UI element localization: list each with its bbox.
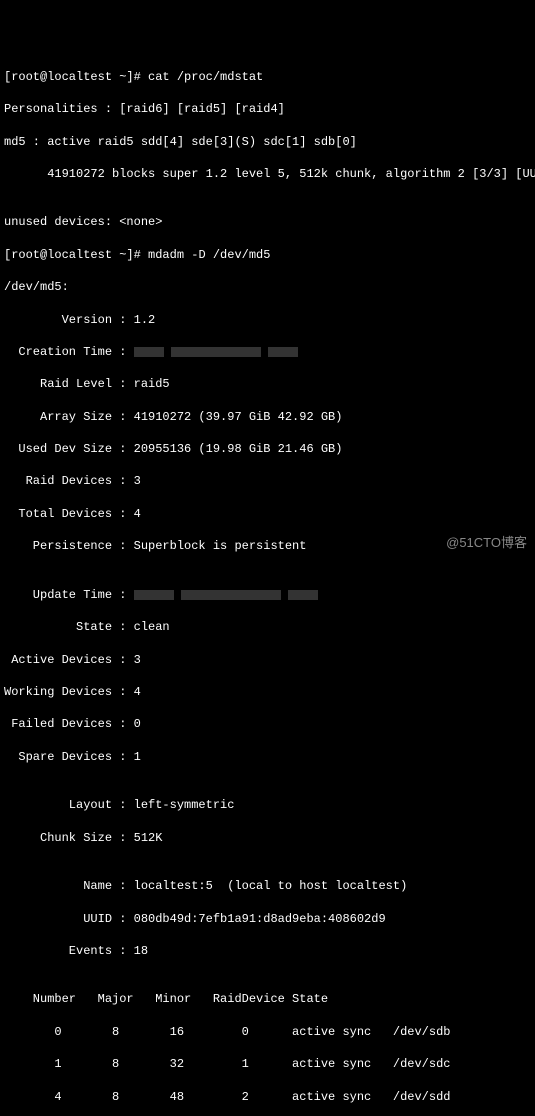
- output-line: Spare Devices : 1: [4, 749, 531, 765]
- output-line: UUID : 080db49d:7efb1a91:d8ad9eba:408602…: [4, 911, 531, 927]
- redacted-block: [181, 590, 281, 600]
- table-row: 1 8 32 1 active sync /dev/sdc: [4, 1056, 531, 1072]
- redacted-block: [134, 590, 174, 600]
- redacted-block: [288, 590, 318, 600]
- output-line: Used Dev Size : 20955136 (19.98 GiB 21.4…: [4, 441, 531, 457]
- table-row: 4 8 48 2 active sync /dev/sdd: [4, 1089, 531, 1105]
- output-line: Layout : left-symmetric: [4, 797, 531, 813]
- shell-prompt: [root@localtest ~]#: [4, 248, 148, 262]
- redacted-block: [268, 347, 298, 357]
- output-line: Raid Devices : 3: [4, 473, 531, 489]
- command-text: mdadm -D /dev/md5: [148, 248, 270, 262]
- output-line: Name : localtest:5 (local to host localt…: [4, 878, 531, 894]
- table-header: Number Major Minor RaidDevice State: [4, 991, 531, 1007]
- output-line: 41910272 blocks super 1.2 level 5, 512k …: [4, 166, 531, 182]
- output-line: /dev/md5:: [4, 279, 531, 295]
- output-line: Failed Devices : 0: [4, 716, 531, 732]
- output-line: Personalities : [raid6] [raid5] [raid4]: [4, 101, 531, 117]
- terminal-line: [root@localtest ~]# cat /proc/mdstat: [4, 69, 531, 85]
- output-line: Working Devices : 4: [4, 684, 531, 700]
- redacted-block: [171, 347, 261, 357]
- output-line: Events : 18: [4, 943, 531, 959]
- update-time-label: Update Time :: [4, 588, 134, 602]
- command-text: cat /proc/mdstat: [148, 70, 263, 84]
- output-line: State : clean: [4, 619, 531, 635]
- output-line: Total Devices : 4: [4, 506, 531, 522]
- redacted-block: [134, 347, 164, 357]
- output-line: md5 : active raid5 sdd[4] sde[3](S) sdc[…: [4, 134, 531, 150]
- output-line: Array Size : 41910272 (39.97 GiB 42.92 G…: [4, 409, 531, 425]
- watermark-text: @51CTO博客: [446, 534, 527, 552]
- output-line: Chunk Size : 512K: [4, 830, 531, 846]
- output-line: Update Time :: [4, 587, 531, 603]
- table-row: 0 8 16 0 active sync /dev/sdb: [4, 1024, 531, 1040]
- output-line: Raid Level : raid5: [4, 376, 531, 392]
- terminal-line: [root@localtest ~]# mdadm -D /dev/md5: [4, 247, 531, 263]
- output-line: Active Devices : 3: [4, 652, 531, 668]
- output-line: unused devices: <none>: [4, 214, 531, 230]
- shell-prompt: [root@localtest ~]#: [4, 70, 148, 84]
- creation-time-label: Creation Time :: [4, 345, 134, 359]
- output-line: Version : 1.2: [4, 312, 531, 328]
- output-line: Creation Time :: [4, 344, 531, 360]
